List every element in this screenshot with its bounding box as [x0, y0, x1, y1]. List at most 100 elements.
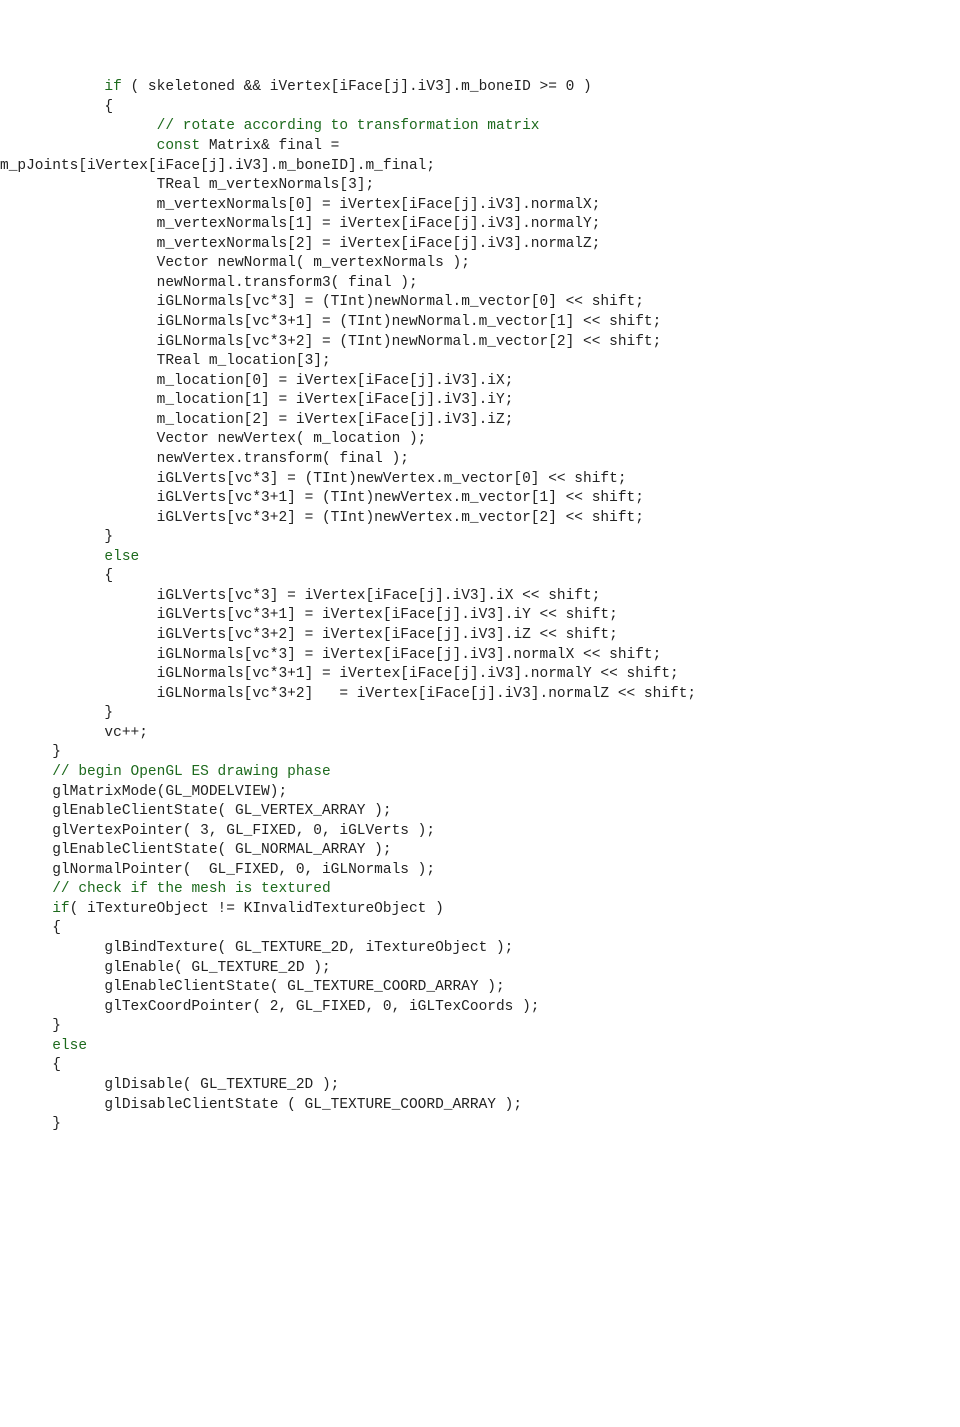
code-text: glEnable( GL_TEXTURE_2D );: [104, 960, 330, 976]
code-line: Vector newVertex( m_location );: [0, 430, 960, 450]
keyword-text: else: [52, 1038, 87, 1054]
code-text: }: [52, 1018, 61, 1034]
code-line: if( iTextureObject != KInvalidTextureObj…: [0, 900, 960, 920]
code-text: iGLVerts[vc*3+2] = iVertex[iFace[j].iV3]…: [157, 627, 618, 643]
comment-text: // begin OpenGL ES drawing phase: [52, 764, 330, 780]
code-line: glNormalPointer( GL_FIXED, 0, iGLNormals…: [0, 861, 960, 881]
code-text: m_location[0] = iVertex[iFace[j].iV3].iX…: [157, 373, 514, 389]
code-text: {: [104, 99, 113, 115]
code-text: iGLNormals[vc*3+2] = iVertex[iFace[j].iV…: [157, 686, 697, 702]
code-line: m_vertexNormals[2] = iVertex[iFace[j].iV…: [0, 235, 960, 255]
comment-text: // rotate according to transformation ma…: [157, 118, 540, 134]
code-text: iGLNormals[vc*3] = (TInt)newNormal.m_vec…: [157, 294, 644, 310]
code-line: glMatrixMode(GL_MODELVIEW);: [0, 783, 960, 803]
code-line: }: [0, 528, 960, 548]
code-text: }: [104, 529, 113, 545]
keyword-text: const: [157, 138, 201, 154]
code-line: iGLNormals[vc*3+2] = (TInt)newNormal.m_v…: [0, 333, 960, 353]
code-line: iGLNormals[vc*3] = (TInt)newNormal.m_vec…: [0, 293, 960, 313]
code-text: Matrix& final =: [200, 138, 348, 154]
code-line: iGLNormals[vc*3] = iVertex[iFace[j].iV3]…: [0, 646, 960, 666]
code-text: m_location[2] = iVertex[iFace[j].iV3].iZ…: [157, 412, 514, 428]
code-line: vc++;: [0, 724, 960, 744]
code-text: iGLNormals[vc*3+2] = (TInt)newNormal.m_v…: [157, 334, 662, 350]
code-text: m_vertexNormals[1] = iVertex[iFace[j].iV…: [157, 216, 601, 232]
code-text: }: [52, 1116, 61, 1132]
code-line: iGLNormals[vc*3+1] = iVertex[iFace[j].iV…: [0, 665, 960, 685]
code-text: m_location[1] = iVertex[iFace[j].iV3].iY…: [157, 392, 514, 408]
code-line: glEnableClientState( GL_TEXTURE_COORD_AR…: [0, 978, 960, 998]
code-text: m_vertexNormals[2] = iVertex[iFace[j].iV…: [157, 236, 601, 252]
code-text: iGLVerts[vc*3+1] = (TInt)newVertex.m_vec…: [157, 490, 644, 506]
code-line: glDisableClientState ( GL_TEXTURE_COORD_…: [0, 1096, 960, 1116]
code-line: m_location[1] = iVertex[iFace[j].iV3].iY…: [0, 391, 960, 411]
code-line: iGLVerts[vc*3] = iVertex[iFace[j].iV3].i…: [0, 587, 960, 607]
code-text: newNormal.transform3( final );: [157, 275, 418, 291]
code-line: }: [0, 1115, 960, 1135]
code-text: {: [104, 568, 113, 584]
code-text: iGLVerts[vc*3+1] = iVertex[iFace[j].iV3]…: [157, 607, 618, 623]
code-line: m_vertexNormals[0] = iVertex[iFace[j].iV…: [0, 196, 960, 216]
code-text: glBindTexture( GL_TEXTURE_2D, iTextureOb…: [104, 940, 513, 956]
code-text: glTexCoordPointer( 2, GL_FIXED, 0, iGLTe…: [104, 999, 539, 1015]
code-line: glVertexPointer( 3, GL_FIXED, 0, iGLVert…: [0, 822, 960, 842]
code-line: glEnableClientState( GL_VERTEX_ARRAY );: [0, 802, 960, 822]
code-line: iGLVerts[vc*3+1] = iVertex[iFace[j].iV3]…: [0, 606, 960, 626]
code-text: TReal m_location[3];: [157, 353, 331, 369]
code-text: }: [52, 744, 61, 760]
code-line: // begin OpenGL ES drawing phase: [0, 763, 960, 783]
code-text: vc++;: [104, 725, 148, 741]
code-text: iGLVerts[vc*3+2] = (TInt)newVertex.m_vec…: [157, 510, 644, 526]
code-line: Vector newNormal( m_vertexNormals );: [0, 254, 960, 274]
code-line: // rotate according to transformation ma…: [0, 117, 960, 137]
code-text: iGLNormals[vc*3+1] = iVertex[iFace[j].iV…: [157, 666, 679, 682]
code-line: else: [0, 548, 960, 568]
code-line: glEnable( GL_TEXTURE_2D );: [0, 959, 960, 979]
code-line: }: [0, 1017, 960, 1037]
code-line: newVertex.transform( final );: [0, 450, 960, 470]
code-text: ( iTextureObject != KInvalidTextureObjec…: [70, 901, 444, 917]
code-text: }: [104, 705, 113, 721]
code-line: {: [0, 567, 960, 587]
code-text: glDisable( GL_TEXTURE_2D );: [104, 1077, 339, 1093]
code-text: iGLNormals[vc*3] = iVertex[iFace[j].iV3]…: [157, 647, 662, 663]
code-text: glMatrixMode(GL_MODELVIEW);: [52, 784, 287, 800]
code-line: if ( skeletoned && iVertex[iFace[j].iV3]…: [0, 78, 960, 98]
code-line: }: [0, 704, 960, 724]
code-text: TReal m_vertexNormals[3];: [157, 177, 375, 193]
code-line: iGLNormals[vc*3+1] = (TInt)newNormal.m_v…: [0, 313, 960, 333]
code-line: m_vertexNormals[1] = iVertex[iFace[j].iV…: [0, 215, 960, 235]
code-line: iGLVerts[vc*3+2] = (TInt)newVertex.m_vec…: [0, 509, 960, 529]
code-line: // check if the mesh is textured: [0, 880, 960, 900]
code-line: TReal m_location[3];: [0, 352, 960, 372]
code-text: m_pJoints[iVertex[iFace[j].iV3].m_boneID…: [0, 158, 435, 174]
code-line: const Matrix& final =: [0, 137, 960, 157]
code-line: {: [0, 98, 960, 118]
code-line: glEnableClientState( GL_NORMAL_ARRAY );: [0, 841, 960, 861]
code-line: iGLVerts[vc*3+2] = iVertex[iFace[j].iV3]…: [0, 626, 960, 646]
code-block: if ( skeletoned && iVertex[iFace[j].iV3]…: [0, 78, 960, 1134]
code-line: }: [0, 743, 960, 763]
code-line: m_pJoints[iVertex[iFace[j].iV3].m_boneID…: [0, 157, 960, 177]
code-text: Vector newNormal( m_vertexNormals );: [157, 255, 470, 271]
code-text: glEnableClientState( GL_NORMAL_ARRAY );: [52, 842, 391, 858]
comment-text: // check if the mesh is textured: [52, 881, 330, 897]
code-line: {: [0, 919, 960, 939]
code-text: iGLVerts[vc*3] = iVertex[iFace[j].iV3].i…: [157, 588, 601, 604]
code-line: iGLVerts[vc*3+1] = (TInt)newVertex.m_vec…: [0, 489, 960, 509]
code-line: TReal m_vertexNormals[3];: [0, 176, 960, 196]
code-text: ( skeletoned && iVertex[iFace[j].iV3].m_…: [122, 79, 592, 95]
code-line: m_location[2] = iVertex[iFace[j].iV3].iZ…: [0, 411, 960, 431]
code-line: newNormal.transform3( final );: [0, 274, 960, 294]
code-text: {: [52, 920, 61, 936]
code-line: m_location[0] = iVertex[iFace[j].iV3].iX…: [0, 372, 960, 392]
code-line: iGLNormals[vc*3+2] = iVertex[iFace[j].iV…: [0, 685, 960, 705]
keyword-text: if: [104, 79, 121, 95]
code-line: glTexCoordPointer( 2, GL_FIXED, 0, iGLTe…: [0, 998, 960, 1018]
code-text: glVertexPointer( 3, GL_FIXED, 0, iGLVert…: [52, 823, 435, 839]
code-text: Vector newVertex( m_location );: [157, 431, 427, 447]
code-text: iGLNormals[vc*3+1] = (TInt)newNormal.m_v…: [157, 314, 662, 330]
code-text: newVertex.transform( final );: [157, 451, 409, 467]
code-text: glNormalPointer( GL_FIXED, 0, iGLNormals…: [52, 862, 435, 878]
code-text: glEnableClientState( GL_TEXTURE_COORD_AR…: [104, 979, 504, 995]
